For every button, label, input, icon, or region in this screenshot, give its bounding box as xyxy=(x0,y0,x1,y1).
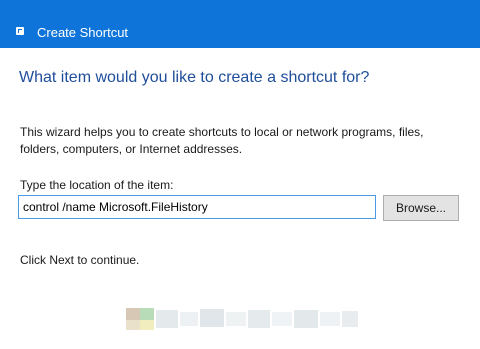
continue-hint: Click Next to continue. xyxy=(20,253,140,267)
title-bar[interactable]: Create Shortcut xyxy=(0,0,480,48)
shortcut-icon xyxy=(16,27,24,35)
wizard-description: This wizard helps you to create shortcut… xyxy=(20,125,424,156)
blurred-watermark xyxy=(120,306,360,330)
create-shortcut-window: Create Shortcut What item would you like… xyxy=(0,0,480,349)
wizard-heading: What item would you like to create a sho… xyxy=(19,69,370,86)
window-title: Create Shortcut xyxy=(37,25,129,40)
location-input[interactable] xyxy=(18,195,376,219)
location-label: Type the location of the item: xyxy=(20,178,174,192)
browse-button[interactable]: Browse... xyxy=(383,195,459,221)
